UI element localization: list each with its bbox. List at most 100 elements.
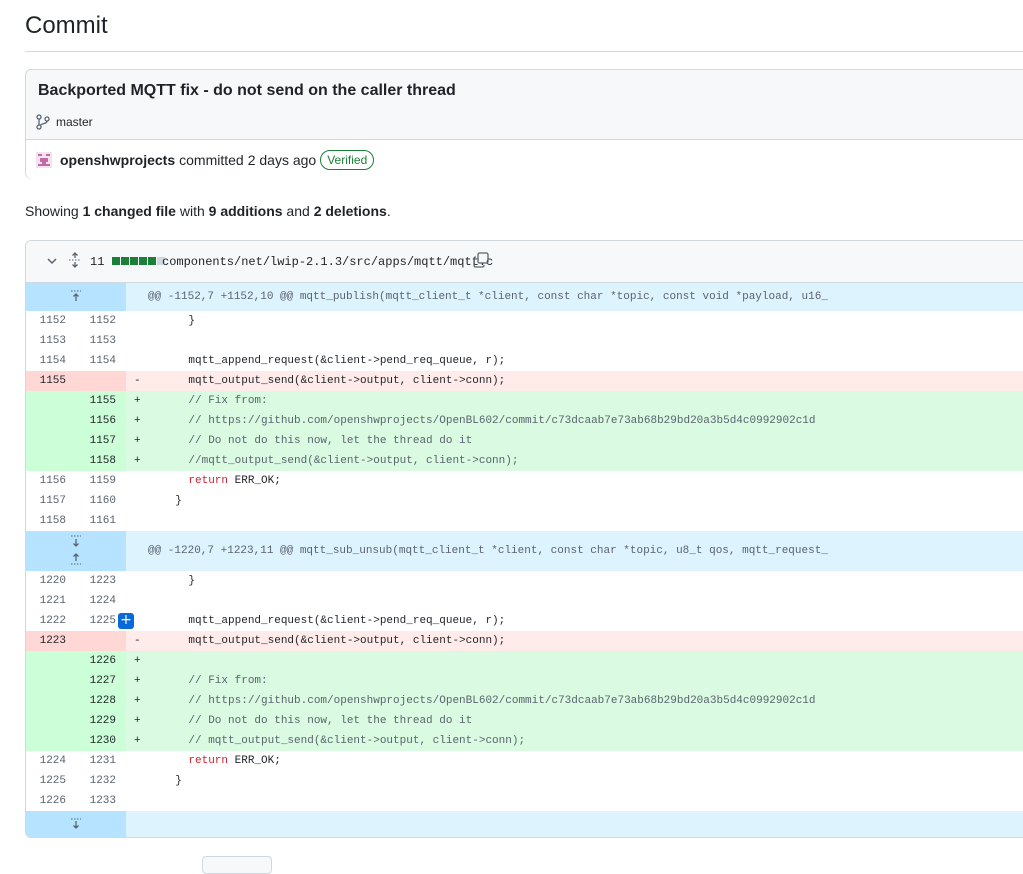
new-line-number[interactable]: 1230 [76,731,116,751]
diff-line: 1226 + [26,651,1023,671]
old-line-number[interactable]: 1153 [26,331,66,351]
old-line-number[interactable]: 1220 [26,571,66,591]
commit-time[interactable]: 2 days ago [248,152,317,168]
new-line-number[interactable]: 1152 [76,311,116,331]
commit-action: committed [179,151,244,168]
old-line-number[interactable]: 1156 [26,471,66,491]
expand-all-icon[interactable] [68,252,82,273]
code-text: // Do not do this now, let the thread do… [162,435,473,447]
new-line-number[interactable]: 1154 [76,351,116,371]
new-line-number[interactable]: 1229 [76,711,116,731]
code-text: //mqtt_output_send(&client->output, clie… [162,455,519,467]
code-text: } [162,575,196,587]
new-line-number[interactable]: 1231 [76,751,116,771]
old-line-number[interactable] [26,391,66,411]
old-line-number[interactable] [26,691,66,711]
old-line-number[interactable]: 1155 [26,371,66,391]
old-line-number[interactable]: 1223 [26,631,66,651]
old-line-number[interactable]: 1222 [26,611,66,631]
diff-summary: Showing 1 changed file with 9 additions … [25,203,391,219]
new-line-number[interactable] [76,371,116,391]
expand-down-icon [71,818,81,829]
summary-additions: 9 additions [208,203,283,219]
old-line-number[interactable]: 1225 [26,771,66,791]
new-line-number[interactable]: 1228 [76,691,116,711]
diff-line: 1222 1225 mqtt_append_request(&client->pe… [26,611,1023,631]
branch-name[interactable]: master [56,115,93,129]
new-line-number[interactable]: 1225 [76,611,116,631]
diff-line: 1224 1231 return ERR_OK; [26,751,1023,771]
summary-with: with [175,203,209,219]
old-line-number[interactable] [26,731,66,751]
diff-sign: + [134,435,141,447]
copy-icon[interactable] [473,252,489,273]
file-path[interactable]: components/net/lwip-2.1.3/src/apps/mqtt/… [162,255,493,269]
old-line-number[interactable]: 1157 [26,491,66,511]
diff-line: 1157 1160 } [26,491,1023,511]
code-text: // Fix from: [162,675,268,687]
avatar[interactable] [36,151,60,168]
diff-sign: + [134,395,141,407]
code-text: // https://github.com/openshwprojects/Op… [162,415,816,427]
summary-prefix: Showing [25,203,83,219]
diff-sign: - [134,635,141,647]
code-text: } [162,315,196,327]
expand-both-button[interactable] [26,531,126,571]
code-text: mqtt_output_send(&client->output, client… [162,635,506,647]
diff-line: 1156 + // https://github.com/openshwproje… [26,411,1023,431]
old-line-number[interactable]: 1226 [26,791,66,811]
old-line-number[interactable] [26,431,66,451]
old-line-number[interactable] [26,411,66,431]
new-line-number[interactable]: 1160 [76,491,116,511]
diff-sign: + [134,675,141,687]
code-text: // Do not do this now, let the thread do… [162,715,473,727]
author-link[interactable]: openshwprojects [60,152,175,168]
expand-down-button[interactable] [26,811,126,837]
old-line-number[interactable] [26,451,66,471]
new-line-number[interactable]: 1155 [76,391,116,411]
diffstat-block [148,257,156,265]
hunk-header-text: @@ -1220,7 +1223,11 @@ mqtt_sub_unsub(mq… [148,545,828,557]
new-line-number[interactable]: 1223 [76,571,116,591]
old-line-number[interactable] [26,711,66,731]
code-text: } [162,775,182,787]
title-divider [25,51,1023,52]
new-line-number[interactable] [76,631,116,651]
chevron-down-icon[interactable] [46,254,58,272]
diffstat-block [130,257,138,265]
new-line-number[interactable]: 1157 [76,431,116,451]
diff-sign: + [134,415,141,427]
new-line-number[interactable]: 1226 [76,651,116,671]
old-line-number[interactable]: 1221 [26,591,66,611]
new-line-number[interactable]: 1161 [76,511,116,531]
new-line-number[interactable]: 1227 [76,671,116,691]
diff-sign: + [134,715,141,727]
new-line-number[interactable]: 1232 [76,771,116,791]
new-line-number[interactable]: 1233 [76,791,116,811]
expand-up-icon [71,290,81,301]
diff-sign: + [134,455,141,467]
old-line-number[interactable]: 1224 [26,751,66,771]
new-line-number[interactable]: 1159 [76,471,116,491]
code-text: // Fix from: [162,395,268,407]
footer-pill[interactable] [202,856,272,874]
new-line-number[interactable]: 1156 [76,411,116,431]
git-branch-icon [36,114,50,130]
expand-up-button[interactable] [26,283,126,311]
verified-badge[interactable]: Verified [320,149,375,170]
diff-line: 1153 1153 [26,331,1023,351]
old-line-number[interactable] [26,671,66,691]
author-row: openshwprojects committed 2 days ago Ver… [26,139,1023,179]
page-title: Commit [25,12,108,39]
new-line-number[interactable]: 1153 [76,331,116,351]
new-line-number[interactable]: 1224 [76,591,116,611]
hunk-header-text: @@ -1152,7 +1152,10 @@ mqtt_publish(mqtt… [148,291,828,303]
old-line-number[interactable]: 1154 [26,351,66,371]
old-line-number[interactable]: 1152 [26,311,66,331]
new-line-number[interactable]: 1158 [76,451,116,471]
diff-line: 1227 + // Fix from: [26,671,1023,691]
old-line-number[interactable] [26,651,66,671]
add-comment-button[interactable]: + [118,613,134,629]
diff-line: 1157 + // Do not do this now, let the thr… [26,431,1023,451]
old-line-number[interactable]: 1158 [26,511,66,531]
